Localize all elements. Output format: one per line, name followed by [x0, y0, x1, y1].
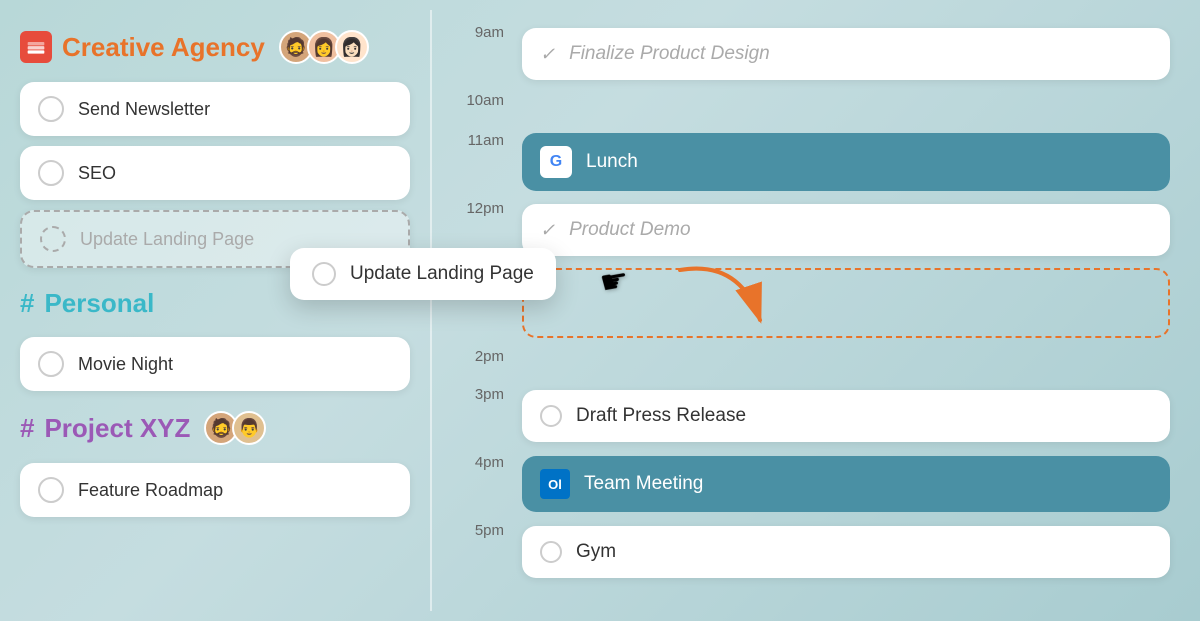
time-label-4pm: 4pm: [462, 450, 504, 471]
event-product-demo[interactable]: ✓ Product Demo: [522, 204, 1170, 256]
right-panel: 9am ✓ Finalize Product Design 10am 11am …: [432, 0, 1200, 621]
time-row-10am: 10am: [462, 88, 1170, 128]
dragging-checkbox[interactable]: [312, 262, 336, 286]
task-seo[interactable]: SEO: [20, 146, 410, 200]
event-label: Lunch: [586, 151, 638, 173]
event-label: Finalize Product Design: [569, 43, 770, 65]
event-label: Product Demo: [569, 219, 690, 241]
check-icon-2: ✓: [540, 220, 555, 241]
personal-section: # Personal Movie Night: [20, 288, 410, 391]
task-label: Movie Night: [78, 354, 173, 375]
time-label-2pm: 2pm: [462, 344, 504, 365]
avatar-3: 👩🏻: [335, 30, 369, 64]
time-row-5pm: 5pm Gym: [462, 518, 1170, 586]
outlook-icon: Ol: [540, 469, 570, 499]
task-movie-night[interactable]: Movie Night: [20, 337, 410, 391]
google-icon: G: [540, 146, 572, 178]
creative-agency-avatars: 🧔 👩 👩🏻: [279, 30, 369, 64]
dragging-task-label: Update Landing Page: [350, 263, 534, 285]
check-icon: ✓: [540, 44, 555, 65]
creative-agency-section: Creative Agency 🧔 👩 👩🏻 Send Newsletter S…: [20, 30, 410, 268]
avatar-xyz-2: 👨: [232, 411, 266, 445]
project-xyz-avatars: 🧔 👨: [204, 411, 266, 445]
project-xyz-header: # Project XYZ 🧔 👨: [20, 411, 410, 445]
event-label: Team Meeting: [584, 473, 703, 495]
checkbox-seo[interactable]: [38, 160, 64, 186]
time-row-9am: 9am ✓ Finalize Product Design: [462, 20, 1170, 88]
checkbox-send-newsletter[interactable]: [38, 96, 64, 122]
task-feature-roadmap[interactable]: Feature Roadmap: [20, 463, 410, 517]
checkbox-gym[interactable]: [540, 541, 562, 563]
creative-agency-title: Creative Agency: [62, 32, 265, 63]
event-draft-press[interactable]: Draft Press Release: [522, 390, 1170, 442]
time-label-9am: 9am: [462, 20, 504, 41]
event-label: Gym: [576, 541, 616, 563]
time-row-11am: 11am G Lunch: [462, 128, 1170, 196]
event-lunch[interactable]: G Lunch: [522, 133, 1170, 191]
hash-icon-personal: #: [20, 288, 34, 319]
time-label-12pm: 12pm: [462, 196, 504, 217]
task-label: Send Newsletter: [78, 99, 210, 120]
personal-title: Personal: [44, 288, 154, 319]
checkbox-update-landing[interactable]: [40, 226, 66, 252]
layers-icon: [20, 31, 52, 63]
checkbox-draft[interactable]: [540, 405, 562, 427]
time-label-10am: 10am: [462, 88, 504, 109]
event-gym[interactable]: Gym: [522, 526, 1170, 578]
event-finalize-product[interactable]: ✓ Finalize Product Design: [522, 28, 1170, 80]
dragging-task-item[interactable]: Update Landing Page: [290, 248, 556, 300]
hash-icon-xyz: #: [20, 413, 34, 444]
time-row-12pm: 12pm ✓ Product Demo: [462, 196, 1170, 264]
task-label: Feature Roadmap: [78, 480, 223, 501]
checkbox-feature-roadmap[interactable]: [38, 477, 64, 503]
time-label-11am: 11am: [462, 128, 504, 149]
time-row-1pm: 1pm: [462, 264, 1170, 344]
time-label-3pm: 3pm: [462, 382, 504, 403]
time-row-3pm: 3pm Draft Press Release: [462, 382, 1170, 450]
time-label-5pm: 5pm: [462, 518, 504, 539]
task-send-newsletter[interactable]: Send Newsletter: [20, 82, 410, 136]
event-team-meeting[interactable]: Ol Team Meeting: [522, 456, 1170, 512]
event-label: Draft Press Release: [576, 405, 746, 427]
time-row-4pm: 4pm Ol Team Meeting: [462, 450, 1170, 518]
left-panel: Creative Agency 🧔 👩 👩🏻 Send Newsletter S…: [0, 0, 430, 621]
creative-agency-header: Creative Agency 🧔 👩 👩🏻: [20, 30, 410, 64]
time-row-2pm: 2pm: [462, 344, 1170, 382]
task-label: SEO: [78, 163, 116, 184]
project-xyz-section: # Project XYZ 🧔 👨 Feature Roadmap: [20, 411, 410, 517]
task-label: Update Landing Page: [80, 229, 254, 250]
project-xyz-title: Project XYZ: [44, 413, 190, 444]
checkbox-movie-night[interactable]: [38, 351, 64, 377]
